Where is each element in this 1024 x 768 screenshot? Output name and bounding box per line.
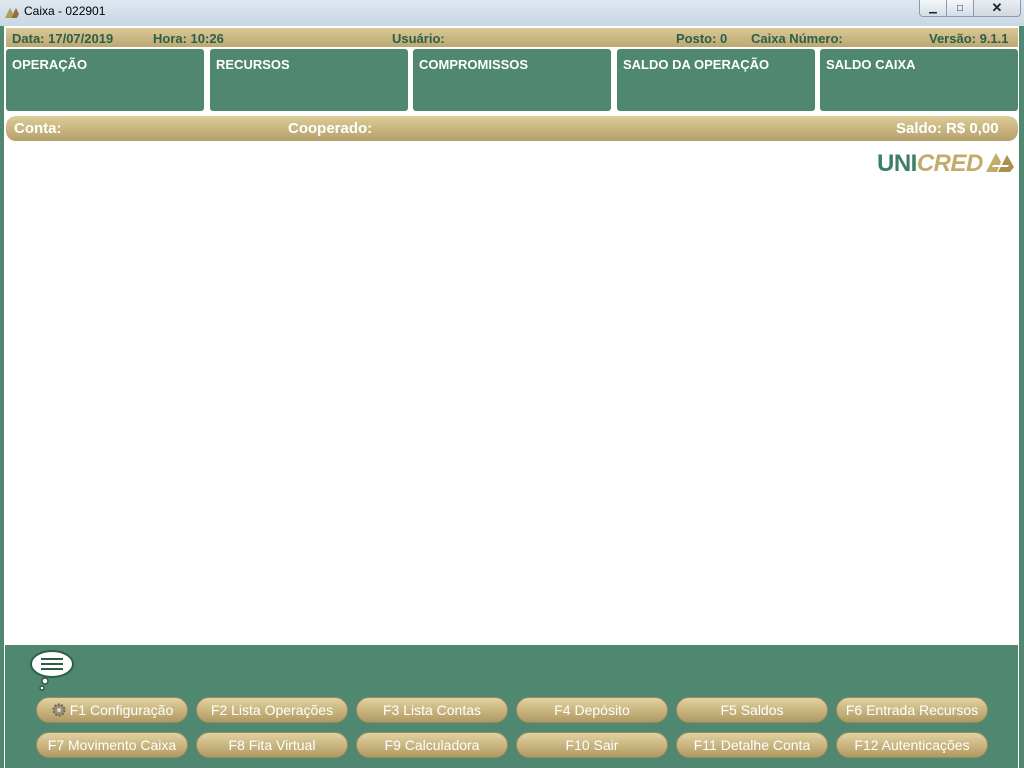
account-bar: Conta: Cooperado: Saldo: R$ 0,00 [6, 116, 1018, 141]
time-text: Hora: 10:26 [153, 31, 224, 46]
panel-recursos: RECURSOS [210, 49, 408, 111]
unicred-mark-icon [986, 153, 1014, 172]
f2-lista-operacoes-button[interactable]: F2 Lista Operações [196, 697, 348, 723]
f12-autenticacoes-button[interactable]: F12 Autenticações [836, 732, 988, 758]
title-bar: Caixa - 022901 ▁ □ ✕ [0, 0, 1024, 26]
panel-label: COMPROMISSOS [419, 57, 529, 72]
panel-label: SALDO CAIXA [826, 57, 916, 72]
panel-compromissos: COMPROMISSOS [413, 49, 611, 111]
account-label: Conta: [14, 120, 62, 137]
info-bar: Data: 17/07/2019 Hora: 10:26 Usuário: Po… [6, 28, 1018, 47]
panel-saldo-operacao: SALDO DA OPERAÇÃO [617, 49, 815, 111]
panel-saldo-caixa: SALDO CAIXA [820, 49, 1018, 111]
f9-calculadora-button[interactable]: F9 Calculadora [356, 732, 508, 758]
gear-icon [52, 703, 66, 717]
f8-fita-virtual-button[interactable]: F8 Fita Virtual [196, 732, 348, 758]
date-text: Data: 17/07/2019 [12, 31, 114, 46]
caixa-number-text: Caixa Número: [751, 31, 843, 46]
logo-cred-text: CRED [916, 150, 984, 177]
fkey-label: F1 Configuração [69, 702, 174, 718]
close-button[interactable]: ✕ [973, 0, 1021, 17]
minimize-button[interactable]: ▁ [919, 0, 947, 17]
f3-lista-contas-button[interactable]: F3 Lista Contas [356, 697, 508, 723]
f6-entrada-recursos-button[interactable]: F6 Entrada Recursos [836, 697, 988, 723]
app-logo-icon [5, 8, 19, 18]
maximize-button[interactable]: □ [946, 0, 974, 17]
panel-label: OPERAÇÃO [12, 57, 88, 72]
balance-text: Saldo: R$ 0,00 [896, 120, 999, 137]
logo-uni-text: UNI [877, 150, 917, 177]
f4-deposito-button[interactable]: F4 Depósito [516, 697, 668, 723]
user-text: Usuário: [392, 31, 445, 46]
unicred-logo: UNICRED [877, 150, 983, 178]
thought-balloon-icon[interactable] [28, 648, 76, 692]
f10-sair-button[interactable]: F10 Sair [516, 732, 668, 758]
posto-text: Posto: 0 [676, 31, 728, 46]
window-title: Caixa - 022901 [24, 4, 106, 18]
f11-detalhe-conta-button[interactable]: F11 Detalhe Conta [676, 732, 828, 758]
cooperado-label: Cooperado: [288, 120, 373, 137]
f7-movimento-caixa-button[interactable]: F7 Movimento Caixa [36, 732, 188, 758]
panel-operacao: OPERAÇÃO [6, 49, 204, 111]
version-text: Versão: 9.1.1 [929, 31, 1009, 46]
f5-saldos-button[interactable]: F5 Saldos [676, 697, 828, 723]
panel-label: SALDO DA OPERAÇÃO [623, 57, 770, 72]
f1-configuracao-button[interactable]: F1 Configuração [36, 697, 188, 723]
panel-label: RECURSOS [216, 57, 290, 72]
